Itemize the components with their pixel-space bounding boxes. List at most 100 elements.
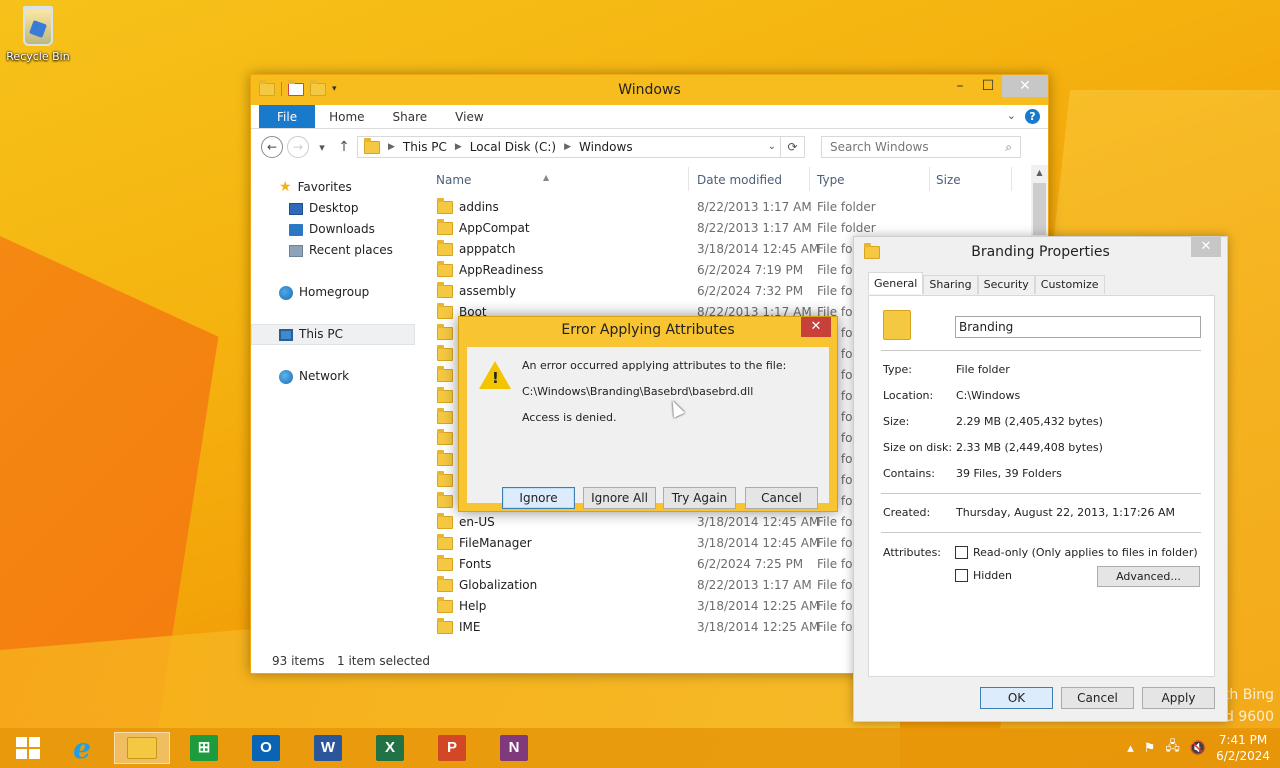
taskbar-powerpoint[interactable]: P	[424, 732, 480, 764]
help-icon[interactable]: ?	[1025, 109, 1040, 124]
tab-file[interactable]: File	[259, 105, 316, 128]
maximize-button[interactable]: ☐	[974, 75, 1002, 97]
tab-general[interactable]: General	[868, 272, 924, 294]
file-name: IME	[459, 620, 481, 634]
tab-share[interactable]: Share	[379, 105, 442, 128]
cancel-button[interactable]: Cancel	[745, 487, 818, 509]
taskbar-store[interactable]: ⊞	[176, 732, 232, 764]
ignore-all-button[interactable]: Ignore All	[583, 487, 656, 509]
scroll-up-icon[interactable]: ▲	[1031, 165, 1048, 181]
folder-icon	[437, 449, 453, 466]
close-button[interactable]: ✕	[1002, 75, 1048, 97]
nav-desktop[interactable]: Desktop	[251, 198, 423, 219]
file-date: 3/18/2014 12:45 AM	[697, 515, 820, 529]
taskbar-outlook[interactable]: O	[238, 732, 294, 764]
column-size[interactable]: Size	[936, 173, 961, 187]
ok-button[interactable]: OK	[980, 687, 1053, 709]
folder-icon	[437, 302, 453, 319]
start-button[interactable]	[0, 732, 56, 764]
tab-security[interactable]: Security	[977, 275, 1035, 294]
chevron-right-icon: ▶	[454, 142, 462, 152]
created-value: Thursday, August 22, 2013, 1:17:26 AM	[956, 506, 1176, 519]
hidden-label[interactable]: Hidden	[973, 569, 1012, 582]
folder-icon	[437, 197, 453, 214]
ignore-button[interactable]: Ignore	[502, 487, 575, 509]
scroll-thumb[interactable]	[1033, 183, 1046, 235]
address-bar[interactable]: ▶ This PC ▶ Local Disk (C:) ▶ Windows ⌄ …	[357, 136, 805, 158]
file-name: Help	[459, 599, 487, 613]
network-icon	[279, 369, 293, 384]
search-input[interactable]: Search Windows ⌕	[821, 136, 1021, 158]
location-value: C:\Windows	[956, 389, 1021, 402]
folder-icon	[437, 512, 453, 529]
column-type[interactable]: Type	[817, 173, 845, 187]
address-dropdown-icon[interactable]: ⌄	[768, 141, 776, 152]
nav-homegroup[interactable]: Homegroup	[251, 282, 423, 303]
folder-icon	[437, 491, 453, 508]
folder-icon	[437, 554, 453, 571]
store-icon: ⊞	[190, 735, 218, 761]
size-value: 2.29 MB (2,405,432 bytes)	[956, 415, 1103, 428]
recycle-bin-desktop-icon[interactable]: Recycle Bin	[6, 6, 70, 63]
nav-recent-places[interactable]: Recent places	[251, 240, 423, 261]
file-date: 8/22/2013 1:17 AM	[697, 578, 812, 592]
taskbar-clock[interactable]: 7:41 PM 6/2/2024	[1216, 732, 1270, 764]
minimize-button[interactable]: –	[946, 75, 974, 97]
file-name: Fonts	[459, 557, 492, 571]
taskbar-file-explorer[interactable]	[114, 732, 170, 764]
properties-titlebar[interactable]: Branding Properties ✕	[854, 237, 1227, 267]
readonly-label[interactable]: Read-only (Only applies to files in fold…	[973, 546, 1198, 559]
folder-name-field[interactable]: Branding	[955, 316, 1201, 338]
apply-button[interactable]: Apply	[1142, 687, 1215, 709]
file-date: 6/2/2024 7:19 PM	[697, 263, 804, 277]
error-dialog-close-button[interactable]: ✕	[801, 317, 831, 337]
try-again-button[interactable]: Try Again	[663, 487, 736, 509]
refresh-button[interactable]: ⟳	[780, 137, 804, 157]
attributes-label: Attributes:	[883, 546, 942, 559]
error-dialog-title: Error Applying Attributes	[561, 322, 735, 338]
address-bar-row: ← → ▾ ↑ ▶ This PC ▶ Local Disk (C:) ▶ Wi…	[251, 129, 1048, 165]
nav-network[interactable]: Network	[251, 366, 423, 387]
breadcrumb-this-pc[interactable]: This PC	[403, 140, 447, 154]
properties-close-button[interactable]: ✕	[1191, 237, 1221, 257]
column-name[interactable]: Name	[436, 173, 471, 187]
cancel-button[interactable]: Cancel	[1061, 687, 1134, 709]
tab-customize[interactable]: Customize	[1034, 275, 1105, 294]
type-label: Type:	[883, 363, 912, 376]
taskbar-internet-explorer[interactable]: e	[54, 732, 110, 765]
explorer-titlebar[interactable]: ▾ Windows – ☐ ✕	[251, 75, 1048, 105]
network-tray-icon[interactable]: 🖧	[1165, 737, 1180, 759]
volume-muted-icon[interactable]: 🔇	[1190, 741, 1206, 756]
taskbar-onenote[interactable]: N	[486, 732, 542, 764]
taskbar-word[interactable]: W	[300, 732, 356, 764]
action-center-flag-icon[interactable]: ⚑	[1144, 741, 1156, 756]
breadcrumb-local-disk[interactable]: Local Disk (C:)	[470, 140, 556, 154]
column-date-modified[interactable]: Date modified	[697, 173, 782, 187]
breadcrumb-windows[interactable]: Windows	[579, 140, 633, 154]
homegroup-icon	[279, 285, 293, 300]
readonly-checkbox[interactable]	[955, 546, 968, 559]
show-hidden-icons-icon[interactable]: ▴	[1127, 741, 1134, 756]
search-icon: ⌕	[1005, 139, 1012, 154]
nav-favorites[interactable]: ★ Favorites	[251, 177, 423, 198]
advanced-button[interactable]: Advanced...	[1097, 566, 1200, 587]
properties-title: Branding Properties	[971, 244, 1110, 260]
folder-icon	[437, 281, 453, 298]
taskbar-excel[interactable]: X	[362, 732, 418, 764]
tab-home[interactable]: Home	[315, 105, 378, 128]
file-type: File fo	[817, 620, 853, 634]
location-label: Location:	[883, 389, 934, 402]
up-button[interactable]: ↑	[335, 139, 353, 155]
tab-sharing[interactable]: Sharing	[923, 275, 978, 294]
tab-view[interactable]: View	[441, 105, 497, 128]
nav-this-pc[interactable]: This PC	[251, 324, 415, 345]
recent-locations-button[interactable]: ▾	[313, 141, 331, 154]
nav-downloads[interactable]: Downloads	[251, 219, 423, 240]
expand-ribbon-icon[interactable]: ⌄	[1007, 109, 1016, 122]
hidden-checkbox[interactable]	[955, 569, 968, 582]
back-button[interactable]: ←	[261, 136, 283, 158]
file-date: 8/22/2013 1:17 AM	[697, 200, 812, 214]
table-row[interactable]: addins 8/22/2013 1:17 AM File folder	[423, 197, 1048, 218]
ribbon-tabs: File Home Share View ⌄ ?	[251, 105, 1048, 129]
forward-button[interactable]: →	[287, 136, 309, 158]
